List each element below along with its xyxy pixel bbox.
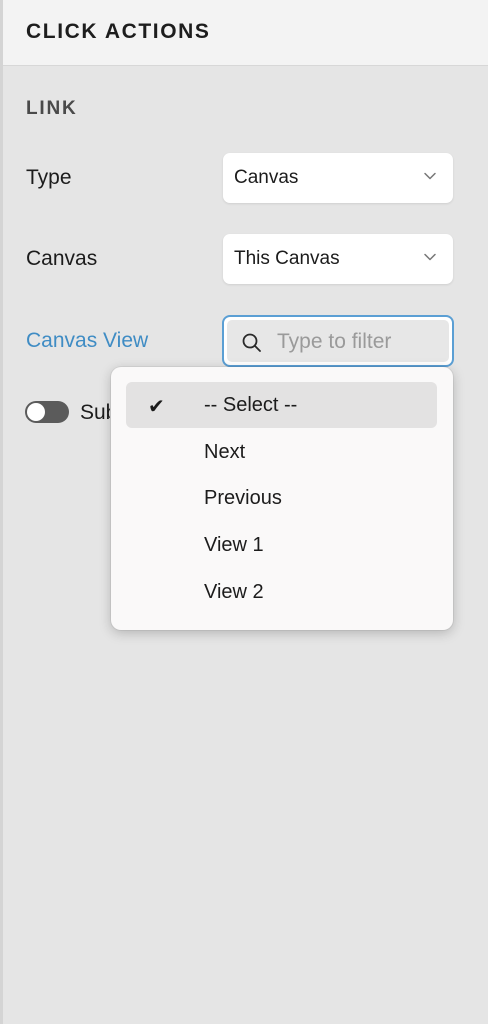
dropdown-option-label: Next: [204, 441, 246, 463]
type-label: Type: [26, 166, 72, 189]
sub-toggle[interactable]: [25, 401, 69, 423]
canvas-view-dropdown: ✔ -- Select -- Next Previous View 1 View…: [111, 367, 453, 630]
sub-toggle-label: Sub: [80, 401, 110, 424]
type-select[interactable]: Canvas: [223, 153, 453, 203]
canvas-label: Canvas: [26, 247, 98, 270]
filter-field-background: [227, 320, 449, 362]
checkmark-icon: ✔: [148, 396, 165, 418]
type-select-value: Canvas: [234, 167, 299, 188]
filter-input[interactable]: [277, 326, 417, 358]
panel-left-border: [0, 0, 3, 1024]
dropdown-option-label: View 1: [204, 534, 264, 556]
canvas-view-filter[interactable]: [222, 315, 454, 367]
chevron-down-icon: [424, 253, 436, 261]
panel-title: CLICK ACTIONS: [26, 20, 211, 43]
section-title-link: LINK: [26, 98, 78, 119]
dropdown-option-label: Previous: [204, 487, 282, 509]
chevron-down-icon: [424, 172, 436, 180]
dropdown-option-select[interactable]: ✔ -- Select --: [126, 382, 437, 428]
dropdown-option-view-1[interactable]: View 1: [126, 522, 437, 568]
dropdown-option-view-2[interactable]: View 2: [126, 569, 437, 615]
dropdown-option-next[interactable]: Next: [126, 429, 437, 475]
dropdown-option-label: View 2: [204, 581, 264, 603]
toggle-knob: [27, 403, 45, 421]
canvas-select-value: This Canvas: [234, 248, 340, 269]
panel-header: CLICK ACTIONS: [3, 0, 488, 66]
canvas-select[interactable]: This Canvas: [223, 234, 453, 284]
dropdown-option-previous[interactable]: Previous: [126, 475, 437, 521]
canvas-view-label: Canvas View: [26, 329, 149, 352]
search-icon: [242, 333, 261, 352]
dropdown-option-label: -- Select --: [204, 394, 298, 416]
